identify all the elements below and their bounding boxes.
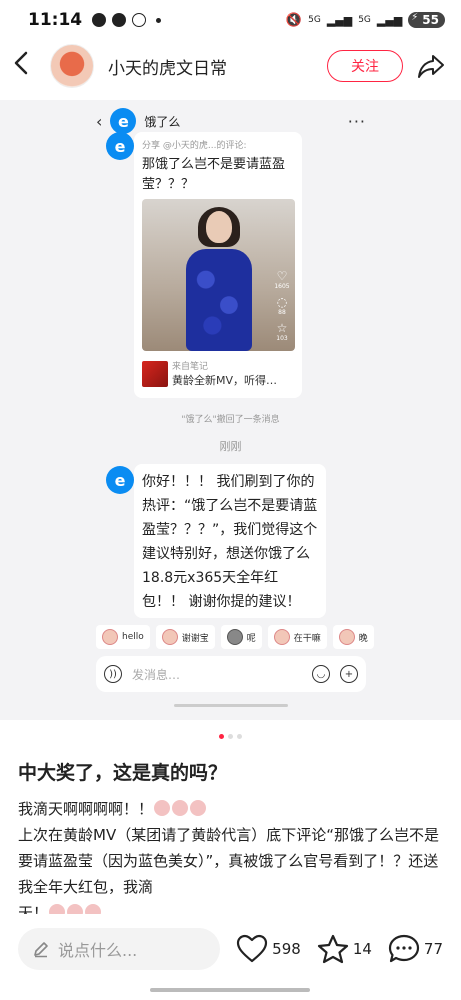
status-time: 11:14 [28,10,83,30]
collect-count: 14 [352,940,372,958]
pencil-icon [34,942,48,958]
pager-dot [228,734,233,739]
post-title: 中大奖了，这是真的吗？ [18,762,228,784]
like-button[interactable]: 598 [236,934,301,964]
comment-icon [388,934,420,963]
quick-reply: 谢谢宝 [155,625,215,649]
comment-placeholder: 说点什么... [58,941,138,960]
post-body-line: 上次在黄龄MV（某团请了黄龄代言）底下评论“那饿了么岂不是要请蓝盈莹（因为蓝色美… [18,826,439,896]
post-body-line: 我滴天啊啊啊啊！！ [18,800,154,818]
shared-note-bubble: 分享 @小天的虎...的评论: 那饿了么岂不是要请蓝盈莹？？？ ♡ 1605 ◌… [134,132,302,398]
share-text: 那饿了么岂不是要请蓝盈莹？？？ [142,157,286,192]
pager-dot [237,734,242,739]
pager-dot-active [219,734,224,739]
eleme-avatar-icon: e [106,466,134,494]
source-label: 来自笔记 [172,362,209,372]
emoji-icon [161,629,178,645]
emoji-icon [67,904,84,914]
emoji-icon [190,800,207,816]
post-body-line: 天！ [18,904,49,914]
network-5g-1: 5G [308,15,321,25]
star-icon: ☆ [276,321,288,335]
comment-icon: ◌ [276,295,288,309]
eleme-avatar-icon: e [106,132,134,160]
follow-button[interactable]: 关注 [327,50,403,82]
time-note: 刚刚 [219,440,242,453]
back-button[interactable] [14,51,38,82]
collect-button[interactable]: 14 [317,934,372,964]
chat-header: ‹ e 饿了么 ··· [96,108,366,134]
network-5g-2: 5G [358,15,371,25]
chat-input-bar: )) 发消息… ◡ + [96,656,366,692]
photo-comment: ◌ 88 [273,295,291,316]
post-image[interactable]: ‹ e 饿了么 ··· e 分享 @小天的虎...的评论: 那饿了么岂不是要请蓝… [0,100,461,720]
emoji-icon [226,629,243,645]
comment-button[interactable]: 77 [388,934,443,964]
comment-count: 77 [423,940,443,958]
qq-icon [112,13,127,27]
comment-input[interactable]: 说点什么... [18,928,221,970]
home-indicator-small [174,704,288,707]
source-desc: 黄龄全新MV，听得… [172,374,278,387]
author-name[interactable]: 小天的虎文日常 [108,54,227,79]
share-button[interactable] [415,50,447,82]
chat-input-placeholder: 发消息… [132,667,181,682]
emoji-icon [49,904,66,914]
emoji-icon [172,800,189,816]
plus-icon: + [340,665,358,683]
photo-like: ♡ 1605 [274,269,290,290]
compass-icon [132,13,147,27]
source-thumbnail [142,360,168,387]
mute-icon: 🔇 [285,12,303,28]
reply-bubble: 你好！！！ 我们刷到了你的热评：“饿了么岂不是要请蓝盈莹？？？”，我们觉得这个建… [134,464,326,618]
emoji-icon [102,629,118,645]
image-pager [0,734,461,739]
more-dot-icon [156,17,162,23]
signal-icon: ▂▄▆ [326,13,353,27]
status-bar: 11:14 🔇 5G ▂▄▆ 5G ▂▄▆ 55 [0,0,461,40]
quick-replies: hello 谢谢宝 呢 在干嘛 晚 [96,625,376,649]
eleme-logo-icon: e [110,108,137,134]
voice-icon: )) [104,665,122,683]
message-icon [92,13,107,27]
author-avatar[interactable] [50,44,94,88]
post-body: 我滴天啊啊啊啊！！ 上次在黄龄MV（某团请了黄龄代言）底下评论“那饿了么岂不是要… [18,796,446,914]
quick-reply: 晚 [332,625,374,649]
quick-reply: 在干嘛 [267,625,327,649]
quick-reply: hello [96,625,150,649]
reply-text: 你好！！！ 我们刷到了你的热评：“饿了么岂不是要请蓝盈莹？？？”，我们觉得这个建… [142,474,318,610]
photo-figure [180,207,258,351]
photo-star: ☆ 103 [273,321,291,342]
more-icon: ··· [347,111,366,131]
emoji-icon: ◡ [312,665,330,683]
post-header: 小天的虎文日常 关注 [0,40,461,92]
like-count: 598 [272,940,301,958]
share-icon [418,55,444,78]
home-indicator [150,988,310,992]
chat-back-icon: ‹ [96,111,103,131]
emoji-icon [85,904,102,914]
chat-title: 饿了么 [144,114,181,129]
quick-reply: 呢 [220,625,262,649]
star-icon [317,934,348,964]
heart-icon: ♡ [276,269,288,283]
emoji-icon [154,800,171,816]
chevron-left-icon [14,51,28,74]
bottom-action-bar: 说点什么... 598 14 77 [0,918,461,980]
shared-photo: ♡ 1605 ◌ 88 ☆ 103 [142,199,295,351]
share-meta: 分享 @小天的虎...的评论: [142,141,247,151]
recall-note: "饿了么"撤回了一条消息 [181,415,280,425]
share-source: 来自笔记 黄龄全新MV，听得… [142,359,294,388]
emoji-icon [338,629,355,645]
heart-icon [237,934,268,963]
emoji-icon [273,629,290,645]
battery-indicator: 55 [408,12,445,28]
signal-icon: ▂▄▆ [376,13,403,27]
